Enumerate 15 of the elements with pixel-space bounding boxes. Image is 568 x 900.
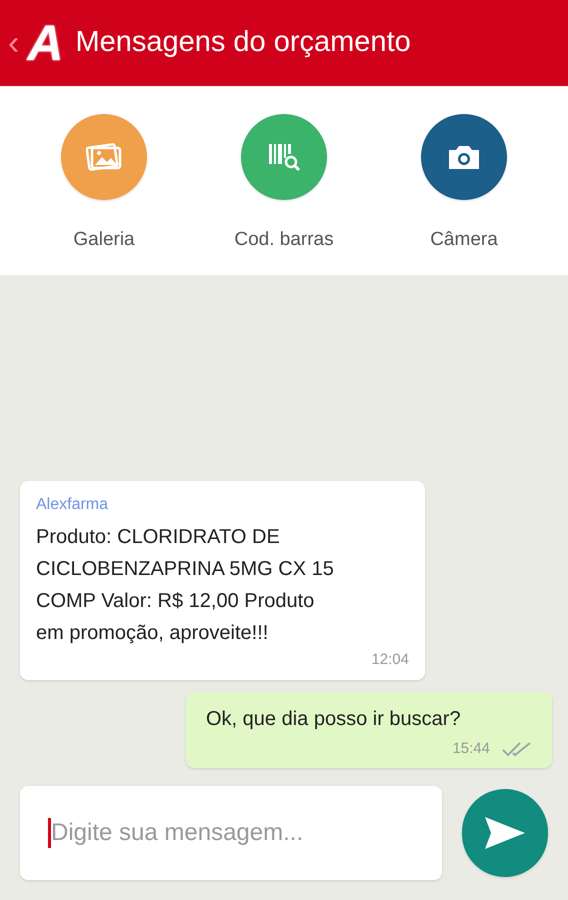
barcode-search-icon <box>267 142 301 172</box>
message-input[interactable]: Digite sua mensagem... <box>20 786 442 880</box>
screen-title: Mensagens do orçamento <box>75 25 411 60</box>
attachment-button[interactable]: Cod. barras <box>224 114 344 275</box>
message-time: 12:04 <box>371 650 409 670</box>
app-logo: A <box>27 18 64 68</box>
message-text: Ok, que dia posso ir buscar? <box>206 706 462 732</box>
message-text: Produto: CLORIDRATO DE CICLOBENZAPRINA 5MG CX 15 COMP Valor: R$ 12,00 Produto em promoção, aproveite!!! <box>36 525 335 646</box>
send-icon <box>483 815 527 851</box>
message-time: 15:44 <box>452 738 490 758</box>
attachment-button[interactable]: Câmera <box>404 114 524 275</box>
pictures-icon <box>86 142 122 172</box>
sender-name: Alexfarma <box>36 495 110 515</box>
attachment-button[interactable]: Galeria <box>44 114 164 275</box>
camera-icon <box>447 143 481 171</box>
